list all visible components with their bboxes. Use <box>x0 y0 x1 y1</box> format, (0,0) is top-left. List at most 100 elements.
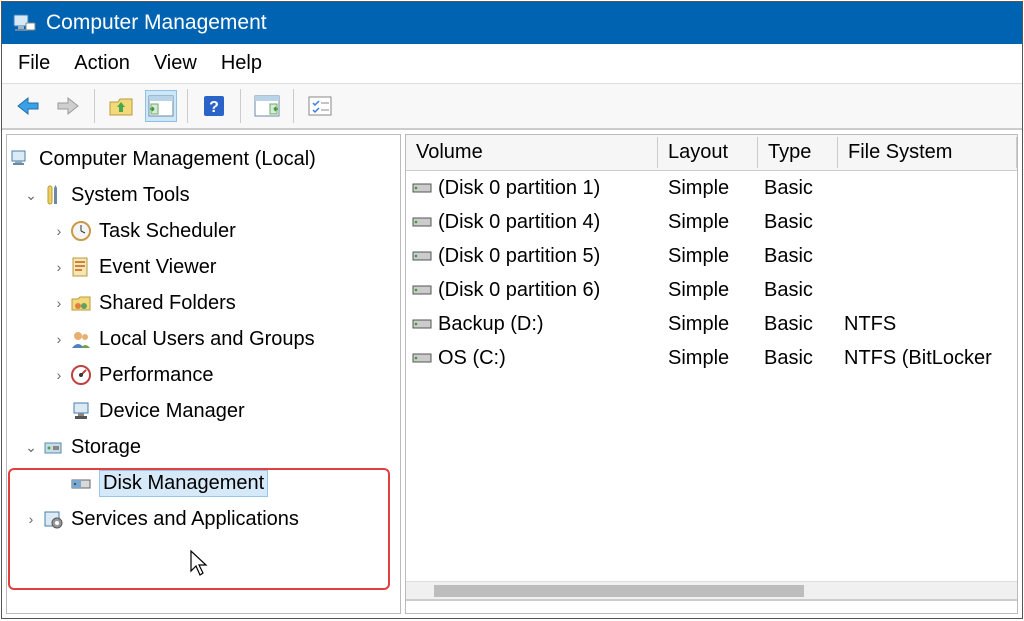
tree-event-viewer[interactable]: › Event Viewer <box>49 249 398 285</box>
scroll-thumb[interactable] <box>434 585 804 597</box>
volume-row[interactable]: OS (C:)SimpleBasicNTFS (BitLocker <box>406 341 1017 375</box>
expand-icon[interactable]: › <box>21 511 41 527</box>
toolbar: ? <box>2 84 1022 130</box>
window: Computer Management File Action View Hel… <box>1 1 1023 619</box>
volume-row[interactable]: Backup (D:)SimpleBasicNTFS <box>406 307 1017 341</box>
volume-layout: Simple <box>658 245 758 268</box>
disk-graphic-pane <box>406 599 1017 613</box>
menubar: File Action View Help <box>2 44 1022 84</box>
column-layout[interactable]: Layout <box>658 137 758 168</box>
volumes-header: Volume Layout Type File System <box>406 135 1017 171</box>
expand-icon[interactable]: › <box>49 367 69 383</box>
app-icon <box>12 11 36 35</box>
horizontal-scrollbar[interactable] <box>406 581 1017 599</box>
event-viewer-icon <box>69 255 93 279</box>
tree-system-tools[interactable]: ⌄ System Tools <box>21 177 398 213</box>
expand-icon[interactable]: › <box>49 223 69 239</box>
show-hide-tree-button[interactable] <box>145 90 177 122</box>
disk-management-icon <box>69 471 93 495</box>
column-file-system[interactable]: File System <box>838 137 1017 168</box>
tree-disk-management[interactable]: › Disk Management <box>49 465 398 501</box>
device-manager-icon <box>69 399 93 423</box>
up-folder-button[interactable] <box>105 90 137 122</box>
computer-management-icon <box>9 147 33 171</box>
tree-device-manager[interactable]: › Device Manager <box>49 393 398 429</box>
forward-button[interactable] <box>52 90 84 122</box>
tree-label: Event Viewer <box>99 256 216 279</box>
column-type[interactable]: Type <box>758 137 838 168</box>
tree-label: Performance <box>99 364 214 387</box>
volume-row[interactable]: (Disk 0 partition 5)SimpleBasic <box>406 239 1017 273</box>
tree-root[interactable]: Computer Management (Local) <box>9 141 398 177</box>
volume-type: Basic <box>758 313 838 336</box>
users-icon <box>69 327 93 351</box>
volume-type: Basic <box>758 177 838 200</box>
collapse-icon[interactable]: ⌄ <box>21 439 41 456</box>
menu-view[interactable]: View <box>154 52 197 75</box>
collapse-icon[interactable]: ⌄ <box>21 187 41 204</box>
column-volume[interactable]: Volume <box>406 137 658 168</box>
expand-icon[interactable]: › <box>49 331 69 347</box>
menu-file[interactable]: File <box>18 52 50 75</box>
volume-fs: NTFS (BitLocker <box>838 347 1017 370</box>
tree-label: System Tools <box>71 184 190 207</box>
tree-storage[interactable]: ⌄ Storage <box>21 429 398 465</box>
volume-row[interactable]: (Disk 0 partition 1)SimpleBasic <box>406 171 1017 205</box>
shared-folders-icon <box>69 291 93 315</box>
volume-layout: Simple <box>658 313 758 336</box>
tree-services[interactable]: › Services and Applications <box>21 501 398 537</box>
performance-icon <box>69 363 93 387</box>
tree-label: Shared Folders <box>99 292 236 315</box>
storage-icon <box>41 435 65 459</box>
tree-label: Task Scheduler <box>99 220 236 243</box>
volumes-pane: Volume Layout Type File System (Disk 0 p… <box>405 134 1018 614</box>
expand-icon[interactable]: › <box>49 259 69 275</box>
volume-layout: Simple <box>658 279 758 302</box>
tree-performance[interactable]: › Performance <box>49 357 398 393</box>
show-hide-action-pane-button[interactable] <box>251 90 283 122</box>
volume-row[interactable]: (Disk 0 partition 4)SimpleBasic <box>406 205 1017 239</box>
tree-shared-folders[interactable]: › Shared Folders <box>49 285 398 321</box>
options-button[interactable] <box>304 90 336 122</box>
volume-name: OS (C:) <box>438 347 658 370</box>
volume-icon <box>412 317 434 331</box>
menu-action[interactable]: Action <box>74 52 130 75</box>
volumes-list[interactable]: (Disk 0 partition 1)SimpleBasic(Disk 0 p… <box>406 171 1017 581</box>
volume-layout: Simple <box>658 211 758 234</box>
content-area: Computer Management (Local) ⌄ System Too… <box>2 130 1022 618</box>
tree-root-label: Computer Management (Local) <box>39 148 316 171</box>
tree-label: Device Manager <box>99 400 245 423</box>
system-tools-icon <box>41 183 65 207</box>
back-button[interactable] <box>12 90 44 122</box>
volume-icon <box>412 249 434 263</box>
volume-icon <box>412 351 434 365</box>
tree-local-users[interactable]: › Local Users and Groups <box>49 321 398 357</box>
clock-icon <box>69 219 93 243</box>
volume-icon <box>412 181 434 195</box>
volume-name: (Disk 0 partition 4) <box>438 211 658 234</box>
tree-label: Storage <box>71 436 141 459</box>
volume-row[interactable]: (Disk 0 partition 6)SimpleBasic <box>406 273 1017 307</box>
help-button[interactable]: ? <box>198 90 230 122</box>
volume-icon <box>412 283 434 297</box>
titlebar: Computer Management <box>2 2 1022 44</box>
expand-icon[interactable]: › <box>49 295 69 311</box>
volume-icon <box>412 215 434 229</box>
volume-type: Basic <box>758 279 838 302</box>
volume-layout: Simple <box>658 347 758 370</box>
volume-type: Basic <box>758 245 838 268</box>
volume-type: Basic <box>758 211 838 234</box>
tree-task-scheduler[interactable]: › Task Scheduler <box>49 213 398 249</box>
volume-fs: NTFS <box>838 313 1017 336</box>
menu-help[interactable]: Help <box>221 52 262 75</box>
volume-name: Backup (D:) <box>438 313 658 336</box>
volume-name: (Disk 0 partition 1) <box>438 177 658 200</box>
volume-layout: Simple <box>658 177 758 200</box>
window-title: Computer Management <box>46 11 267 35</box>
svg-text:?: ? <box>209 99 219 116</box>
tree-label: Disk Management <box>99 470 268 497</box>
volume-type: Basic <box>758 347 838 370</box>
tree-pane[interactable]: Computer Management (Local) ⌄ System Too… <box>6 134 401 614</box>
tree-label: Local Users and Groups <box>99 328 315 351</box>
volume-name: (Disk 0 partition 6) <box>438 279 658 302</box>
